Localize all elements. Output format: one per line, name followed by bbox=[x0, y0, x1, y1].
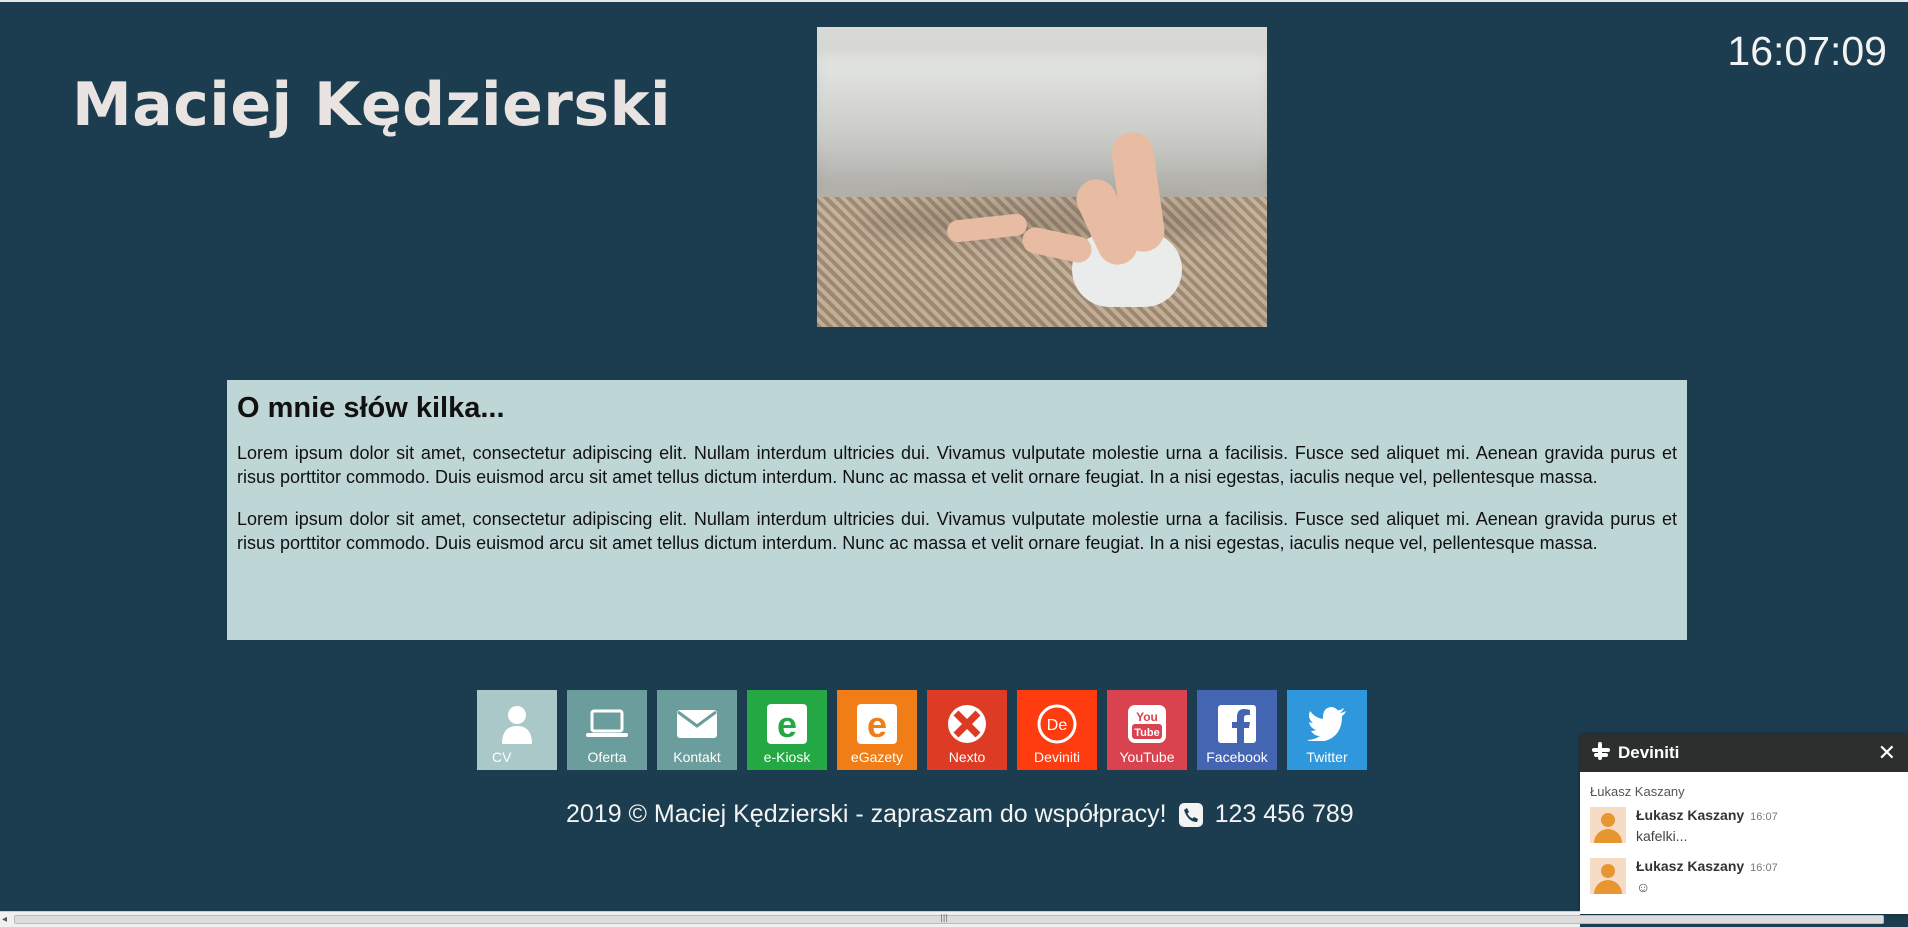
message-author: Łukasz Kaszany bbox=[1636, 858, 1745, 874]
chat-message: Łukasz Kaszany 16:07 kafelki... bbox=[1580, 803, 1908, 854]
scroll-left-icon[interactable]: ◂ bbox=[2, 914, 7, 925]
twitter-icon bbox=[1305, 702, 1349, 746]
tile-label: Twitter bbox=[1306, 749, 1348, 765]
hero-image bbox=[817, 27, 1267, 327]
tile-facebook[interactable]: Facebook bbox=[1197, 690, 1277, 770]
link-tiles: CV Oferta Kontakt e e-Kiosk e eGazety Ne… bbox=[477, 690, 1367, 770]
tile-youtube[interactable]: You Tube YouTube bbox=[1107, 690, 1187, 770]
tile-deviniti[interactable]: De Deviniti bbox=[1017, 690, 1097, 770]
tile-twitter[interactable]: Twitter bbox=[1287, 690, 1367, 770]
top-border bbox=[0, 0, 1908, 2]
tile-label: Kontakt bbox=[673, 749, 721, 765]
tile-label: eGazety bbox=[850, 749, 904, 765]
chat-header: Deviniti ✕ bbox=[1580, 734, 1908, 772]
message-text: kafelki... bbox=[1636, 828, 1688, 844]
user-icon bbox=[495, 702, 539, 746]
avatar bbox=[1590, 807, 1626, 843]
tile-nexto[interactable]: Nexto bbox=[927, 690, 1007, 770]
svg-text:Tube: Tube bbox=[1134, 727, 1159, 739]
nexto-icon bbox=[945, 702, 989, 746]
chat-agent-name: Łukasz Kaszany bbox=[1590, 784, 1685, 799]
about-heading: O mnie słów kilka... bbox=[237, 392, 505, 424]
message-time: 16:07 bbox=[1750, 862, 1778, 874]
phone-icon bbox=[1178, 802, 1203, 827]
slack-icon bbox=[1592, 741, 1610, 765]
svg-text:e: e bbox=[867, 704, 887, 744]
about-paragraph: Lorem ipsum dolor sit amet, consectetur … bbox=[237, 509, 1677, 553]
horizontal-scrollbar[interactable]: ◂ ||| bbox=[0, 911, 1884, 927]
grip-icon: ||| bbox=[940, 913, 949, 922]
footer-phone: 123 456 789 bbox=[1214, 800, 1354, 828]
envelope-icon bbox=[675, 702, 719, 746]
site-title: Maciej Kędzierski bbox=[72, 70, 672, 140]
tile-label: CV bbox=[492, 749, 512, 765]
svg-text:e: e bbox=[777, 704, 797, 744]
tile-label: e-Kiosk bbox=[763, 749, 811, 765]
tile-label: Nexto bbox=[948, 749, 986, 765]
about-paragraph: Lorem ipsum dolor sit amet, consectetur … bbox=[237, 443, 1677, 487]
footer: 2019 © Maciej Kędzierski - zapraszam do … bbox=[566, 800, 1354, 829]
tile-kontakt[interactable]: Kontakt bbox=[657, 690, 737, 770]
deviniti-icon: De bbox=[1035, 702, 1079, 746]
tile-ekiosk[interactable]: e e-Kiosk bbox=[747, 690, 827, 770]
egazety-icon: e bbox=[855, 702, 899, 746]
facebook-icon bbox=[1215, 702, 1259, 746]
message-text: ☺ bbox=[1636, 879, 1651, 895]
clock: 16:07:09 bbox=[1727, 28, 1887, 74]
laptop-icon bbox=[585, 702, 629, 746]
tile-label: Deviniti bbox=[1034, 749, 1080, 765]
scrollbar-thumb[interactable] bbox=[14, 915, 1884, 924]
footer-text: 2019 © Maciej Kędzierski - zapraszam do … bbox=[566, 800, 1167, 828]
tile-oferta[interactable]: Oferta bbox=[567, 690, 647, 770]
avatar bbox=[1590, 858, 1626, 894]
youtube-icon: You Tube bbox=[1125, 702, 1169, 746]
chat-widget: Deviniti ✕ Łukasz Kaszany Łukasz Kaszany… bbox=[1580, 734, 1908, 914]
chat-title: Deviniti bbox=[1618, 743, 1680, 762]
tile-label: YouTube bbox=[1119, 749, 1175, 765]
close-icon[interactable]: ✕ bbox=[1878, 740, 1896, 766]
tile-egazety[interactable]: e eGazety bbox=[837, 690, 917, 770]
svg-text:You: You bbox=[1136, 710, 1158, 724]
about-section: O mnie słów kilka... Lorem ipsum dolor s… bbox=[227, 380, 1687, 640]
message-author: Łukasz Kaszany bbox=[1636, 807, 1745, 823]
ekiosk-icon: e bbox=[765, 702, 809, 746]
tile-label: Oferta bbox=[587, 749, 627, 765]
svg-text:De: De bbox=[1047, 717, 1068, 734]
chat-message: Łukasz Kaszany 16:07 ☺ bbox=[1580, 854, 1908, 905]
message-time: 16:07 bbox=[1750, 811, 1778, 823]
tile-label: Facebook bbox=[1206, 749, 1268, 765]
tile-cv[interactable]: CV bbox=[477, 690, 557, 770]
